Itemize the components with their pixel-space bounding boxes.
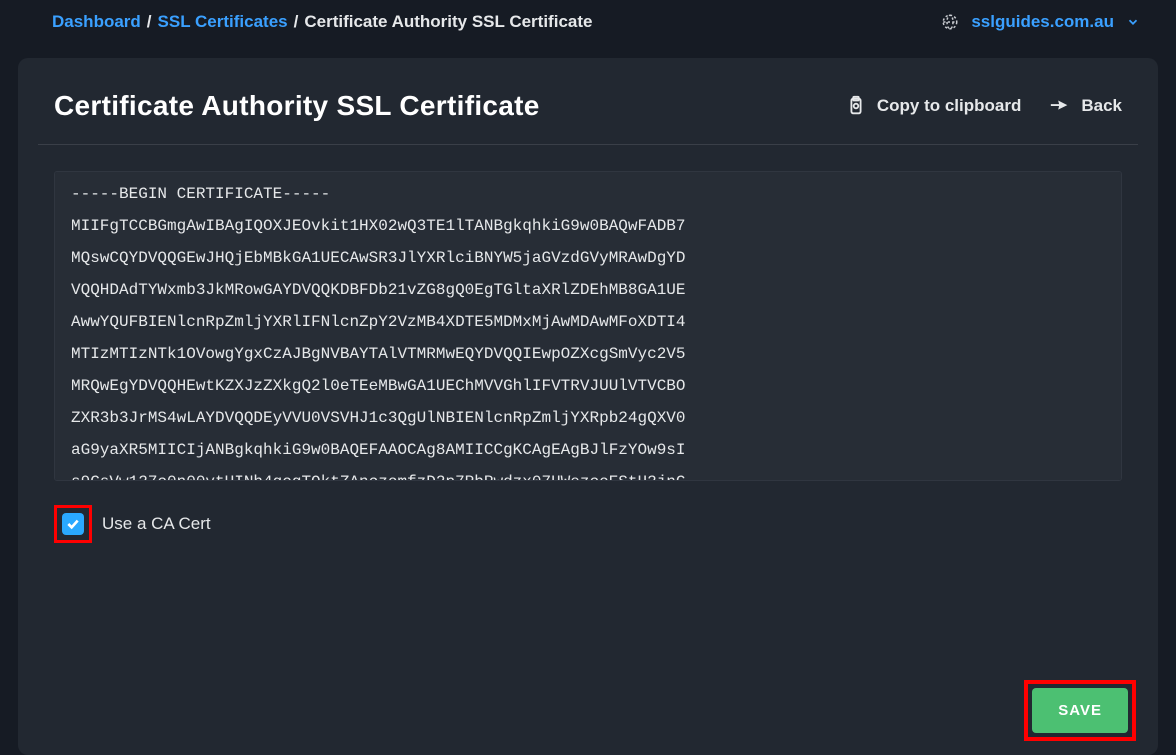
certificate-textarea[interactable] <box>54 171 1122 481</box>
domain-selector-label: sslguides.com.au <box>971 12 1114 32</box>
use-ca-cert-checkbox-row[interactable]: Use a CA Cert <box>54 505 1122 543</box>
back-button[interactable]: Back <box>1049 95 1122 117</box>
domain-selector[interactable]: sslguides.com.au <box>941 12 1140 32</box>
top-bar: Dashboard / SSL Certificates / Certifica… <box>0 0 1176 46</box>
breadcrumb-link-ssl-certificates[interactable]: SSL Certificates <box>158 12 288 32</box>
highlight-box-checkbox <box>54 505 92 543</box>
breadcrumb-separator: / <box>147 12 152 32</box>
save-button[interactable]: SAVE <box>1032 688 1128 733</box>
back-arrow-icon <box>1049 95 1071 117</box>
globe-icon <box>941 13 959 31</box>
breadcrumb-separator: / <box>294 12 299 32</box>
back-button-label: Back <box>1081 96 1122 116</box>
breadcrumb-current: Certificate Authority SSL Certificate <box>304 12 592 32</box>
use-ca-cert-label: Use a CA Cert <box>102 514 211 534</box>
page-title: Certificate Authority SSL Certificate <box>54 90 540 122</box>
copy-to-clipboard-label: Copy to clipboard <box>877 96 1022 116</box>
panel-header: Certificate Authority SSL Certificate Co… <box>18 58 1158 144</box>
clipboard-icon <box>845 95 867 117</box>
copy-to-clipboard-button[interactable]: Copy to clipboard <box>845 95 1022 117</box>
main-panel: Certificate Authority SSL Certificate Co… <box>18 58 1158 755</box>
highlight-box-save: SAVE <box>1024 680 1136 741</box>
breadcrumb-link-dashboard[interactable]: Dashboard <box>52 12 141 32</box>
chevron-down-icon <box>1126 15 1140 29</box>
check-icon <box>65 516 81 532</box>
use-ca-cert-checkbox[interactable] <box>62 513 84 535</box>
breadcrumb: Dashboard / SSL Certificates / Certifica… <box>52 12 592 32</box>
